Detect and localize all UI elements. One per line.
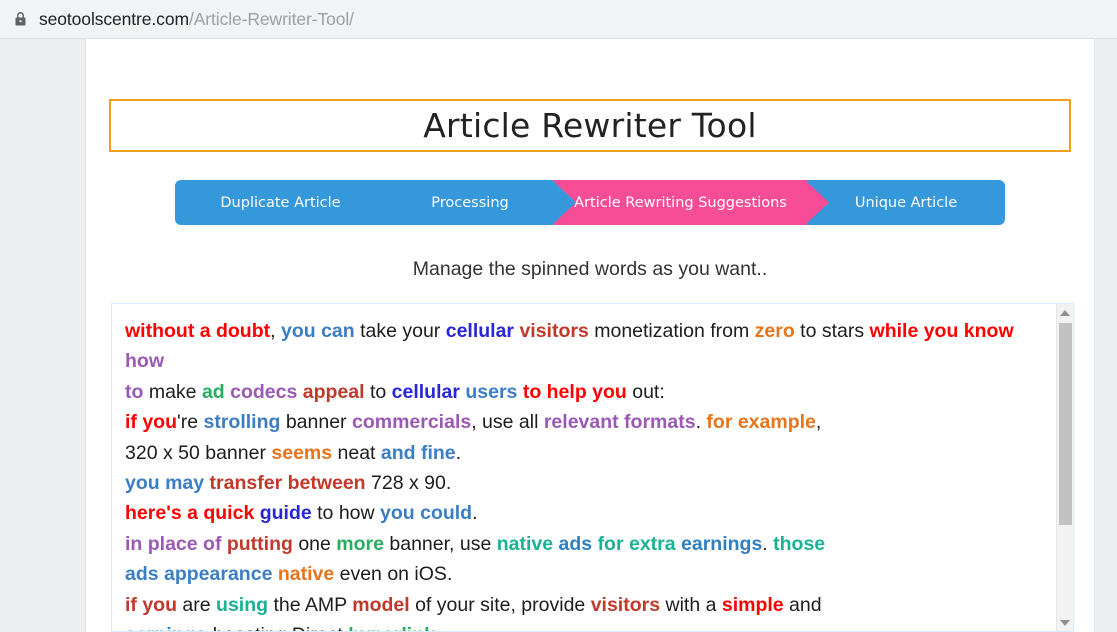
step-label: Unique Article (854, 194, 958, 211)
step-processing[interactable]: Processing (386, 180, 576, 225)
url-text: seotoolscentre.com/Article-Rewriter-Tool… (39, 9, 354, 30)
step-article-rewriting-suggestions[interactable]: Article Rewriting Suggestions (554, 180, 829, 225)
chevron-right-icon (552, 180, 576, 225)
url-host: seotoolscentre.com (39, 8, 189, 29)
triangle-up-icon (1060, 309, 1070, 316)
step-unique-article[interactable]: Unique Article (807, 180, 1005, 225)
article-line: without a doubt, you can take your cellu… (125, 320, 1014, 373)
progress-steps: Duplicate Article Processing Article Rew… (109, 180, 1071, 225)
spun-article-text[interactable]: without a doubt, you can take your cellu… (112, 304, 1057, 631)
article-line: to make ad codecs appeal to cellular use… (125, 380, 665, 403)
triangle-down-icon (1060, 619, 1070, 626)
step-label: Duplicate Article (220, 194, 341, 211)
article-line: earnings-boosting Direct hyperlink. (125, 620, 1043, 631)
step-duplicate-article[interactable]: Duplicate Article (175, 180, 408, 225)
step-label: Processing (431, 194, 509, 211)
article-line: ads appearance native even on iOS. (125, 563, 453, 586)
browser-url-bar[interactable]: seotoolscentre.com/Article-Rewriter-Tool… (0, 0, 1117, 39)
panel-scrollbar[interactable] (1056, 304, 1073, 631)
step-label: Article Rewriting Suggestions (574, 194, 787, 211)
article-line: you may transfer between 728 x 90. (125, 472, 452, 495)
spun-article-panel-wrap: without a doubt, you can take your cellu… (111, 303, 1074, 632)
chevron-right-icon (384, 180, 408, 225)
scroll-up-button[interactable] (1057, 304, 1073, 321)
article-line: here's a quick guide to how you could. (125, 502, 478, 525)
article-line: if you're strolling banner commercials, … (125, 411, 822, 434)
url-path: /Article-Rewriter-Tool/ (188, 8, 354, 29)
lock-icon (14, 11, 27, 27)
browser-viewport: Article Rewriter Tool Duplicate Article … (0, 39, 1117, 632)
chevron-right-icon (805, 180, 829, 225)
page-content: Article Rewriter Tool Duplicate Article … (85, 39, 1095, 632)
subtitle: Manage the spinned words as you want.. (412, 258, 768, 280)
article-line: if you are using the AMP model of your s… (125, 593, 822, 616)
scroll-down-button[interactable] (1057, 614, 1073, 631)
article-line: 320 x 50 banner seems neat and fine. (125, 441, 462, 464)
article-line: in place of putting one more banner, use… (125, 532, 826, 555)
scrollbar-thumb[interactable] (1059, 323, 1072, 525)
page-title-box: Article Rewriter Tool (109, 99, 1071, 152)
spun-article-panel[interactable]: without a doubt, you can take your cellu… (111, 303, 1074, 632)
page-title: Article Rewriter Tool (423, 106, 757, 145)
